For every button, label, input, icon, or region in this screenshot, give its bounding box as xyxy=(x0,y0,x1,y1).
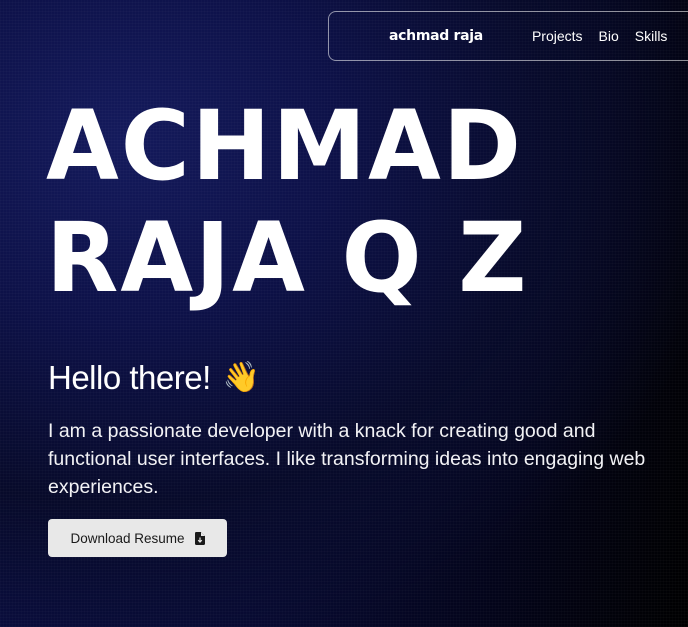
download-resume-button[interactable]: Download Resume xyxy=(48,519,227,557)
nav-link-projects[interactable]: Projects xyxy=(532,28,583,44)
hero-name-line-1: ACHMAD xyxy=(46,90,523,202)
greeting-heading: Hello there! 👋 xyxy=(48,359,260,397)
nav-link-skills[interactable]: Skills xyxy=(635,28,668,44)
greeting-text: Hello there! xyxy=(48,359,211,396)
brand-logo[interactable]: achmad raja xyxy=(389,28,483,44)
intro-paragraph: I am a passionate developer with a knack… xyxy=(48,420,646,498)
file-download-icon xyxy=(194,531,205,545)
waving-hand-icon: 👋 xyxy=(222,361,260,394)
hero-name-line-2: RAJA Q Z xyxy=(46,202,529,314)
nav-link-bio[interactable]: Bio xyxy=(599,28,619,44)
hero-name-heading: ACHMAD RAJA Q Z xyxy=(46,90,528,314)
top-navbar: achmad raja Projects Bio Skills xyxy=(328,11,688,61)
download-resume-label: Download Resume xyxy=(70,530,185,546)
